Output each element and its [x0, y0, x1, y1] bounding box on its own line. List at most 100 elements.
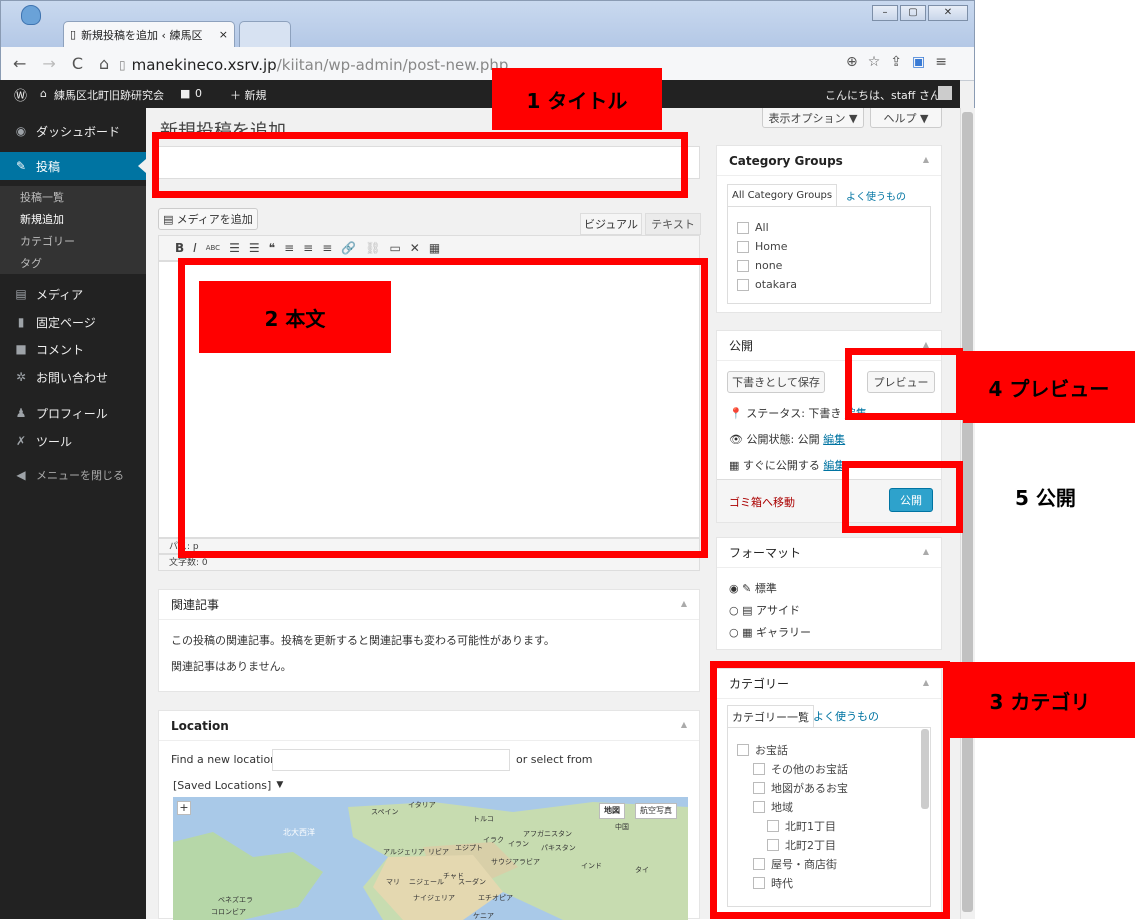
- checkbox[interactable]: [737, 221, 749, 234]
- submenu-tags[interactable]: タグ: [0, 255, 146, 271]
- help-button[interactable]: ヘルプ ▼: [870, 108, 942, 128]
- tab-visual[interactable]: ビジュアル: [580, 213, 642, 235]
- bullet-list-button[interactable]: ☰: [229, 241, 240, 255]
- map-label: イタリア: [408, 801, 436, 809]
- map-label: リビア: [428, 848, 449, 856]
- box-header[interactable]: フォーマット ▲: [717, 538, 941, 568]
- home-icon: ⌂: [40, 87, 47, 100]
- map[interactable]: + 地図 航空写真 北大西洋 スペイン イタリア トルコ 中国 イラク アフガニ…: [173, 797, 688, 920]
- bold-button[interactable]: B: [175, 241, 184, 255]
- submenu-all-posts[interactable]: 投稿一覧: [0, 189, 146, 205]
- extension-image-icon[interactable]: ▣: [912, 54, 925, 70]
- fullscreen-button[interactable]: ✕: [410, 241, 420, 255]
- minimize-button[interactable]: –: [872, 5, 898, 21]
- save-draft-button[interactable]: 下書きとして保存: [727, 371, 825, 393]
- checkbox-otakara[interactable]: otakara: [737, 278, 797, 291]
- tab-active[interactable]: ▯ 新規投稿を追加 ‹ 練馬区 ×: [63, 21, 235, 47]
- map-type-map-button[interactable]: 地図: [599, 803, 625, 819]
- visibility-text: 公開状態: 公開: [746, 433, 820, 446]
- tab-all-category-groups[interactable]: All Category Groups: [727, 184, 838, 206]
- radio[interactable]: ○: [729, 604, 739, 617]
- menu-icon[interactable]: ≡: [935, 54, 947, 70]
- zoom-icon[interactable]: ⊕: [846, 54, 858, 70]
- numbered-list-button[interactable]: ☰: [249, 241, 260, 255]
- maximize-button[interactable]: ▢: [900, 5, 926, 21]
- tab-text[interactable]: テキスト: [645, 213, 701, 235]
- screen-options-button[interactable]: 表示オプション ▼: [762, 108, 864, 128]
- strikethrough-button[interactable]: ABC: [206, 244, 220, 252]
- bookmark-star-icon[interactable]: ☆: [868, 54, 881, 70]
- edit-visibility-link[interactable]: 編集: [823, 433, 845, 446]
- submenu-add-new[interactable]: 新規追加: [0, 211, 146, 227]
- checkbox[interactable]: [737, 259, 749, 272]
- radio[interactable]: ○: [729, 626, 739, 639]
- map-label: トルコ: [473, 815, 494, 823]
- sidebar-item-tools[interactable]: ✗ ツール: [0, 430, 146, 452]
- box-header[interactable]: Category Groups ▲: [717, 146, 941, 176]
- sidebar-item-pages[interactable]: ▮ 固定ページ: [0, 311, 146, 333]
- align-left-button[interactable]: ≡: [284, 241, 294, 255]
- trash-link[interactable]: ゴミ箱へ移動: [729, 494, 795, 510]
- back-icon[interactable]: ←: [13, 54, 26, 73]
- radio-selected[interactable]: ◉: [729, 582, 739, 595]
- collapse-caret-icon[interactable]: ▲: [681, 599, 687, 608]
- map-label: イラン: [508, 840, 529, 848]
- location-input[interactable]: [272, 749, 510, 771]
- link-button[interactable]: 🔗: [341, 241, 356, 255]
- sidebar-item-comments[interactable]: ■ コメント: [0, 338, 146, 360]
- reload-icon[interactable]: C: [72, 54, 83, 73]
- checkbox-home[interactable]: Home: [737, 240, 787, 253]
- avatar: [938, 86, 952, 100]
- map-label: マリ: [386, 878, 400, 886]
- annotation-box-preview: [845, 348, 963, 420]
- collapse-caret-icon[interactable]: ▲: [681, 720, 687, 729]
- collapse-caret-icon[interactable]: ▲: [923, 547, 929, 556]
- greeting[interactable]: こんにちは、staff さん！: [825, 87, 952, 103]
- map-type-satellite-button[interactable]: 航空写真: [635, 803, 677, 819]
- extension-icon[interactable]: ⇪: [890, 54, 902, 70]
- format-standard[interactable]: ◉ ✎ 標準: [729, 580, 777, 596]
- scrollbar-thumb[interactable]: [962, 112, 973, 912]
- close-window-button[interactable]: ✕: [928, 5, 968, 21]
- blockquote-button[interactable]: ❝: [269, 241, 275, 255]
- collapse-caret-icon[interactable]: ▲: [923, 155, 929, 164]
- format-gallery[interactable]: ○ ▦ ギャラリー: [729, 624, 811, 640]
- checkbox[interactable]: [737, 278, 749, 291]
- checkbox-none[interactable]: none: [737, 259, 782, 272]
- checkbox-all[interactable]: All: [737, 221, 769, 234]
- sidebar-item-profile[interactable]: ♟ プロフィール: [0, 402, 146, 424]
- sidebar-item-media[interactable]: ▤ メディア: [0, 283, 146, 305]
- format-aside[interactable]: ○ ▤ アサイド: [729, 602, 800, 618]
- box-header[interactable]: Location ▲: [159, 711, 699, 741]
- new-content[interactable]: ＋ 新規: [230, 87, 267, 103]
- zoom-in-button[interactable]: +: [177, 801, 191, 815]
- home-icon[interactable]: ⌂: [99, 54, 109, 73]
- submenu-categories[interactable]: カテゴリー: [0, 233, 146, 249]
- add-media-button[interactable]: ▤ メディアを追加: [158, 208, 258, 230]
- wordpress-logo-icon[interactable]: Ⓦ: [14, 85, 27, 104]
- site-name[interactable]: 練馬区北町旧跡研究会: [54, 87, 164, 103]
- sidebar-item-label: 投稿: [36, 159, 61, 174]
- browser-profile-icon[interactable]: [21, 5, 41, 25]
- toolbar-toggle-button[interactable]: ▦: [429, 241, 440, 255]
- forward-icon[interactable]: →: [42, 54, 55, 73]
- align-right-button[interactable]: ≡: [322, 241, 332, 255]
- align-center-button[interactable]: ≡: [303, 241, 313, 255]
- sidebar-item-dashboard[interactable]: ◉ ダッシュボード: [0, 120, 146, 142]
- saved-locations-select[interactable]: [Saved Locations] ▼: [173, 775, 283, 795]
- checkbox[interactable]: [737, 240, 749, 253]
- box-title: 関連記事: [171, 598, 220, 612]
- italic-button[interactable]: I: [193, 241, 197, 255]
- new-tab-button[interactable]: [239, 21, 291, 47]
- more-tag-button[interactable]: ▭: [389, 241, 400, 255]
- sidebar-item-contact[interactable]: ✲ お問い合わせ: [0, 366, 146, 388]
- comment-count[interactable]: 0: [195, 87, 202, 100]
- box-header[interactable]: 関連記事 ▲: [159, 590, 699, 620]
- sidebar-item-posts[interactable]: ✎ 投稿: [0, 152, 146, 180]
- unlink-button[interactable]: ⛓: [365, 241, 380, 255]
- close-tab-icon[interactable]: ×: [219, 28, 228, 41]
- annotation-label-categories: 3 カテゴリ: [945, 662, 1135, 738]
- tab-frequent[interactable]: よく使うもの: [842, 184, 910, 206]
- map-label: 北大西洋: [283, 828, 315, 837]
- sidebar-collapse[interactable]: ◀ メニューを閉じる: [0, 464, 146, 486]
